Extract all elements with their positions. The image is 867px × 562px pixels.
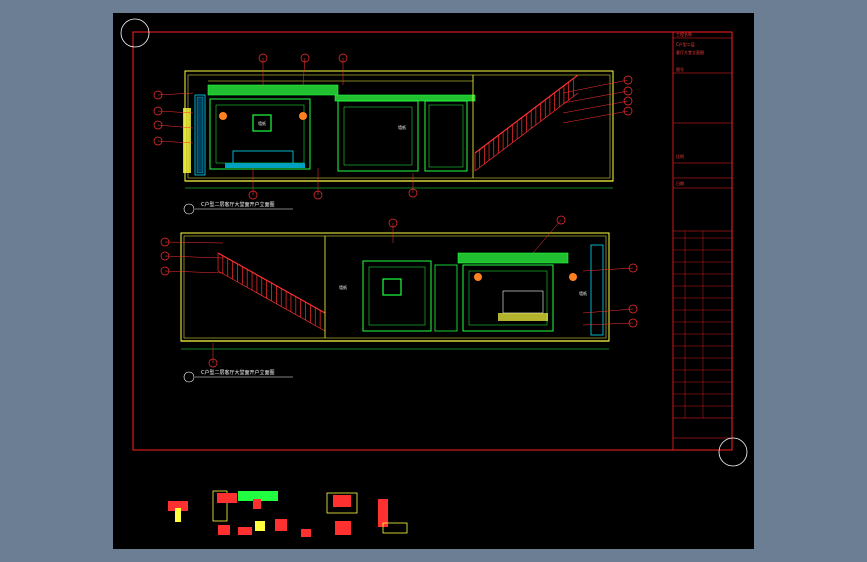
callout-leader [582,322,634,326]
detail-fragments [168,490,408,537]
stair-stringer [217,270,326,332]
stair-handrail [217,252,326,314]
callout-leader [562,100,629,114]
room-label: 墙纸 [258,120,266,126]
title-block-row: 工程名称 [676,31,692,37]
title-block-row: C户型二层 [676,41,695,47]
callout-leader [582,267,634,272]
callout-leader [164,270,224,274]
callout-leader [562,79,629,94]
title-block: 工程名称 C户型二层 客厅大堂立面图 图号 比例 日期 [672,31,733,451]
callout-leader [164,241,224,244]
room-label: 墙纸 [398,124,406,130]
crosshair-circle-icon [120,18,150,48]
callout-leader [582,308,634,314]
crosshair-circle-icon [718,437,748,467]
room-label: 墙纸 [339,284,347,290]
title-block-row: 客厅大堂立面图 [676,49,704,55]
callout-leader [562,110,629,124]
title-block-row: 图号 [676,66,684,72]
callout-leader [164,255,224,259]
stair-stringer [474,92,579,172]
callout-leader [532,219,562,254]
elevation-top: 墙纸 墙纸 C户型二层客厅大堂面开户立面图 [153,53,633,215]
cad-drawing: 工程名称 C户型二层 客厅大堂立面图 图号 比例 日期 墙纸 墙纸 C户型二层客… [120,18,748,537]
title-block-row: 日期 [676,180,684,186]
elevation-caption: C户型二层客厅大堂面开户立面图 [201,201,275,208]
room-label: 墙纸 [579,290,587,296]
cad-viewport[interactable]: 工程名称 C户型二层 客厅大堂立面图 图号 比例 日期 墙纸 墙纸 C户型二层客… [113,13,754,549]
elevation-bottom: 墙纸 墙纸 C户型二层客厅大堂面开户立面图 [160,215,638,383]
elevation-caption: C户型二层客厅大堂面开户立面图 [201,369,275,376]
title-block-row: 比例 [676,153,684,159]
stair-handrail [474,74,579,154]
